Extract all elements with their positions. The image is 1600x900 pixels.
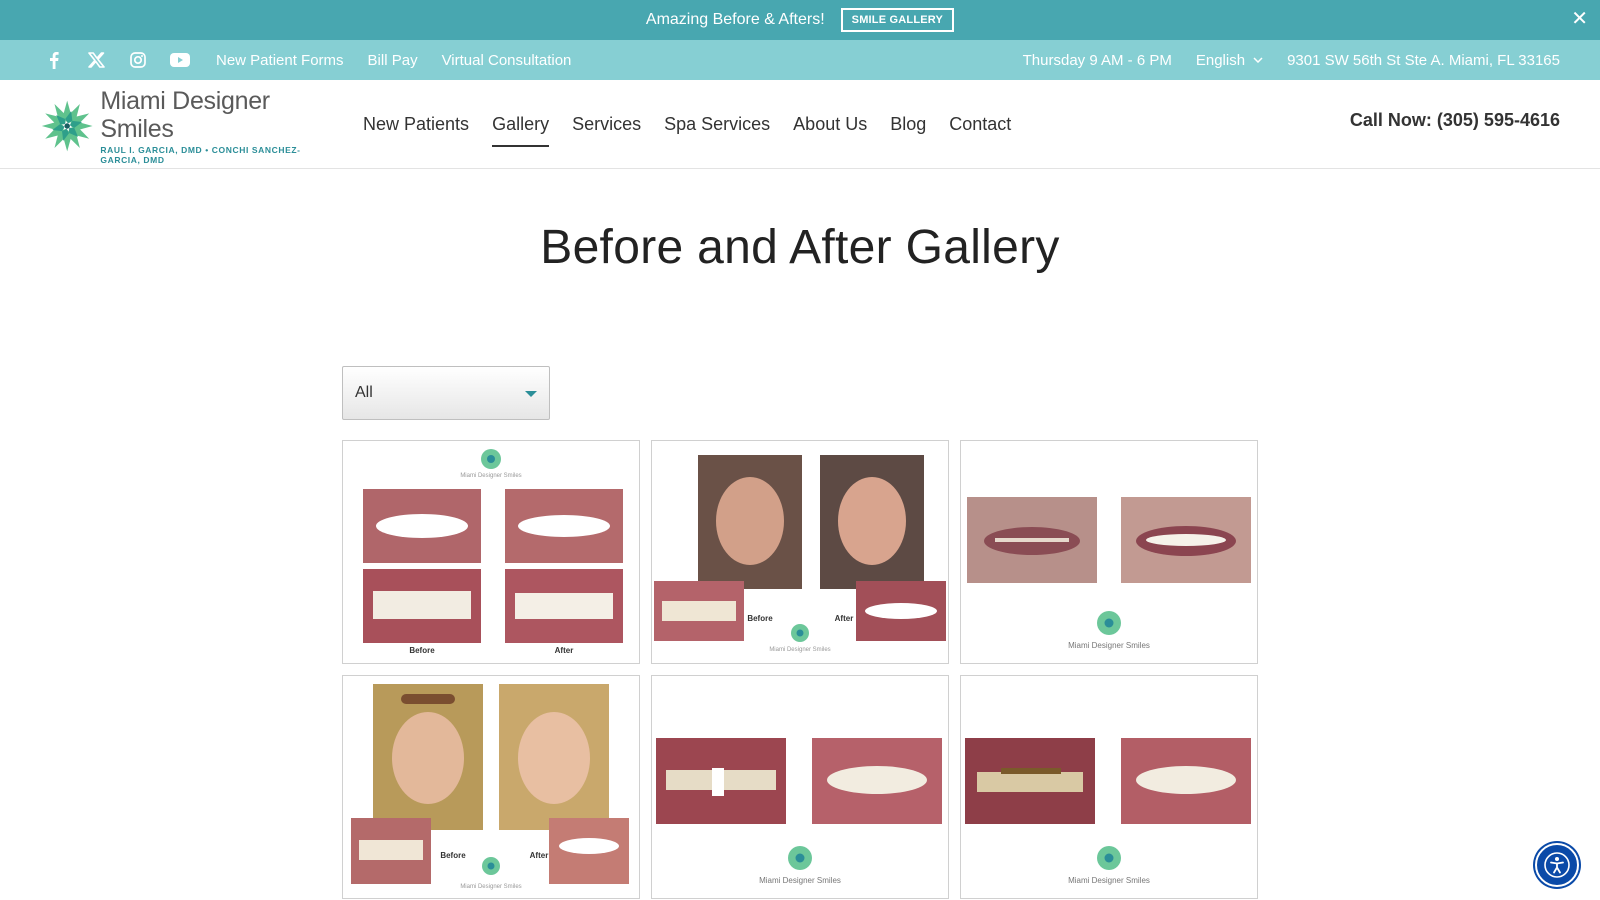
nav-about-us[interactable]: About Us [793, 108, 867, 141]
office-hours: Thursday 9 AM - 6 PM [1022, 51, 1172, 69]
language-selector[interactable]: English [1196, 52, 1263, 69]
before-after-image: Before After Miami Designer Smiles [652, 441, 948, 663]
brand-text: Miami Designer Smiles [460, 473, 521, 479]
caret-down-icon [525, 391, 537, 397]
before-label: Before [440, 851, 466, 860]
utility-info: Thursday 9 AM - 6 PM English 9301 SW 56t… [1023, 40, 1560, 80]
filter-value: All [355, 384, 373, 401]
chevron-down-icon [1253, 57, 1263, 63]
brand-text: Miami Designer Smiles [1068, 876, 1150, 885]
smile-gallery-button[interactable]: SMILE GALLERY [840, 8, 955, 32]
gallery-item[interactable]: Miami Designer Smiles [960, 675, 1258, 899]
flower-logo-icon [41, 100, 93, 152]
x-icon[interactable] [86, 50, 106, 70]
gallery-item[interactable]: Miami Designer Smiles [651, 675, 949, 899]
gallery-item[interactable]: Miami Designer Smiles [960, 440, 1258, 664]
brand-text: Miami Designer Smiles [460, 884, 521, 890]
bill-pay-link[interactable]: Bill Pay [368, 52, 418, 69]
brand-logo-icon [482, 857, 500, 875]
new-patient-forms-link[interactable]: New Patient Forms [216, 52, 344, 69]
brand-logo-icon [481, 449, 501, 469]
logo[interactable]: Miami Designer Smiles RAUL I. GARCIA, DM… [40, 87, 340, 165]
before-after-image: Miami Designer Smiles [652, 676, 948, 898]
brand-text: Miami Designer Smiles [769, 647, 830, 653]
nav-contact[interactable]: Contact [949, 108, 1011, 141]
gallery-grid: Miami Designer Smiles Before After Befor… [342, 440, 1258, 899]
after-label: After [530, 851, 549, 860]
logo-text: Miami Designer Smiles RAUL I. GARCIA, DM… [100, 87, 340, 165]
brand-text: Miami Designer Smiles [759, 876, 841, 885]
facebook-icon[interactable] [44, 50, 64, 70]
address[interactable]: 9301 SW 56th St Ste A. Miami, FL 33165 [1287, 52, 1560, 69]
gallery-item[interactable]: Before After Miami Designer Smiles [342, 675, 640, 899]
nav-blog[interactable]: Blog [890, 108, 926, 141]
virtual-consultation-link[interactable]: Virtual Consultation [442, 52, 572, 69]
youtube-icon[interactable] [170, 50, 190, 70]
before-label: Before [409, 646, 435, 655]
utility-bar: New Patient Forms Bill Pay Virtual Consu… [0, 40, 1600, 80]
before-after-image: Before After Miami Designer Smiles [343, 676, 639, 898]
social-links [44, 40, 190, 80]
nav-spa-services[interactable]: Spa Services [664, 108, 770, 141]
utility-links: New Patient Forms Bill Pay Virtual Consu… [216, 40, 571, 80]
call-now-link[interactable]: Call Now: (305) 595-4616 [1350, 110, 1560, 131]
accessibility-button[interactable] [1535, 843, 1579, 887]
accessibility-icon [1544, 852, 1570, 878]
brand-text: Miami Designer Smiles [1068, 641, 1150, 650]
announcement-text: Amazing Before & Afters! [645, 11, 825, 28]
gallery-filter-select[interactable]: All [342, 366, 550, 420]
gallery-item[interactable]: Before After Miami Designer Smiles [651, 440, 949, 664]
logo-name: Miami Designer Smiles [100, 87, 270, 143]
language-label: English [1195, 51, 1246, 69]
page-title: Before and After Gallery [540, 221, 1060, 274]
nav-gallery[interactable]: Gallery [492, 108, 550, 147]
after-label: After [835, 614, 854, 623]
after-label: After [555, 646, 574, 655]
logo-subtitle: RAUL I. GARCIA, DMD • CONCHI SANCHEZ-GAR… [100, 145, 301, 165]
nav-services[interactable]: Services [572, 108, 641, 141]
close-icon[interactable]: ✕ [1571, 8, 1588, 30]
before-label: Before [747, 614, 773, 623]
brand-logo-icon [1097, 846, 1121, 870]
main-nav: New Patients Gallery Services Spa Servic… [363, 80, 1011, 169]
before-after-image: Miami Designer Smiles [961, 441, 1257, 663]
before-after-image: Miami Designer Smiles Before After [343, 441, 639, 663]
site-header: Miami Designer Smiles RAUL I. GARCIA, DM… [0, 80, 1600, 169]
brand-logo-icon [791, 624, 809, 642]
instagram-icon[interactable] [128, 50, 148, 70]
brand-logo-icon [788, 846, 812, 870]
gallery-item[interactable]: Miami Designer Smiles Before After [342, 440, 640, 664]
announcement-bar: Amazing Before & Afters! SMILE GALLERY ✕ [0, 0, 1600, 40]
before-after-image: Miami Designer Smiles [961, 676, 1257, 898]
nav-new-patients[interactable]: New Patients [363, 108, 469, 141]
brand-logo-icon [1097, 611, 1121, 635]
